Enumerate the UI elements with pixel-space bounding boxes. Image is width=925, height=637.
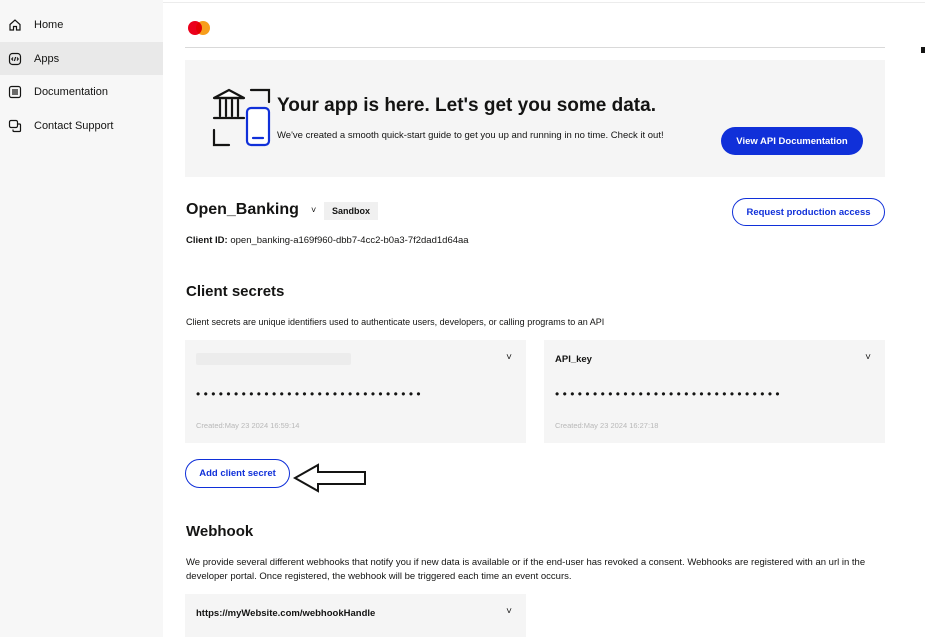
webhook-description: We provide several different webhooks th… [186,557,866,582]
client-secrets-title: Client secrets [186,283,285,300]
client-secrets-description: Client secrets are unique identifiers us… [186,317,605,327]
top-rule [163,2,925,3]
page-edge-mark [921,47,925,53]
bank-and-phone-icon [211,84,275,148]
secret-created-date: Created:May 23 2024 16:27:18 [555,421,659,430]
chevron-down-icon[interactable]: ˅ [506,352,512,363]
secret-created-date: Created:May 23 2024 16:59:14 [196,421,300,430]
client-id-label: Client ID: [186,235,228,246]
documentation-icon [8,85,22,99]
client-id-row: Client ID: open_banking-a169f960-dbb7-4c… [186,235,469,246]
secret-card: API_key ˅ ••••••••••••••••••••••••••••••… [544,340,885,443]
sidebar-item-contact-support[interactable]: Contact Support [0,109,163,142]
chevron-down-icon[interactable]: ˅ [311,205,316,215]
secret-card: ˅ •••••••••••••••••••••••••••••• Created… [185,340,526,443]
chevron-down-icon[interactable]: ˅ [506,606,512,617]
sidebar-item-label: Contact Support [34,119,114,132]
banner-title: Your app is here. Let's get you some dat… [277,95,656,116]
secret-masked-value: •••••••••••••••••••••••••••••• [196,387,425,401]
sidebar-item-documentation[interactable]: Documentation [0,75,163,108]
banner-subtitle: We've created a smooth quick-start guide… [277,130,664,141]
client-id-value[interactable]: open_banking-a169f960-dbb7-4cc2-b0a3-7f2… [230,235,468,246]
secret-name: API_key [555,354,592,365]
arrow-left-icon [292,463,366,493]
sidebar-item-home[interactable]: Home [0,8,163,41]
webhook-card: https://myWebsite.com/webhookHandle ˅ [185,594,526,637]
environment-badge: Sandbox [324,202,379,220]
sidebar-item-label: Home [34,18,64,31]
logo-orange-circle [196,21,210,35]
request-production-access-button[interactable]: Request production access [732,198,885,226]
home-icon [8,18,22,32]
add-client-secret-button[interactable]: Add client secret [185,459,290,488]
mastercard-logo[interactable] [188,21,210,35]
sidebar-item-apps[interactable]: Apps [0,42,163,75]
webhook-title: Webhook [186,523,254,540]
welcome-banner: Your app is here. Let's get you some dat… [185,60,885,177]
sidebar: Home Apps Documentation Contact Support [0,0,163,637]
sidebar-item-label: Documentation [34,85,108,98]
app-name[interactable]: Open_Banking [186,201,299,219]
sidebar-item-label: Apps [34,52,60,65]
contact-support-icon [8,119,22,133]
secret-name-redacted [196,353,351,365]
secret-masked-value: •••••••••••••••••••••••••••••• [555,387,784,401]
webhook-url: https://myWebsite.com/webhookHandle [196,608,376,619]
view-api-documentation-button[interactable]: View API Documentation [721,127,863,155]
chevron-down-icon[interactable]: ˅ [865,352,871,363]
apps-icon [8,52,22,66]
header-divider [185,47,885,48]
